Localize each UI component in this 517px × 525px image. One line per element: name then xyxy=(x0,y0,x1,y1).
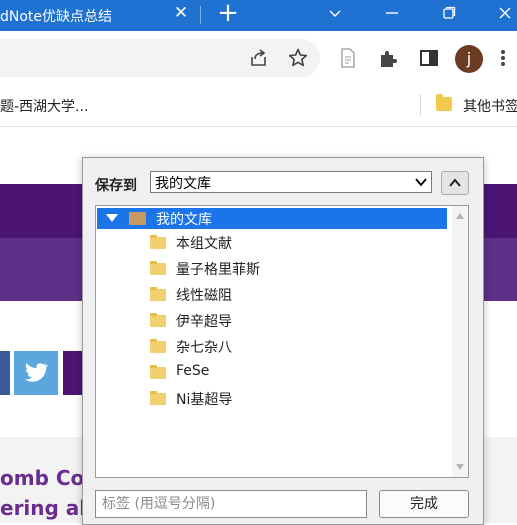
tree-item-label: 本组文献 xyxy=(176,236,232,252)
tab-strip: dNote优缺点总结 ✕ + xyxy=(0,0,517,31)
tree-item[interactable]: FeSe xyxy=(96,361,446,385)
bookmarks-separator xyxy=(420,94,421,116)
folder-icon xyxy=(436,94,452,111)
tab-search-icon[interactable] xyxy=(323,2,347,24)
twitter-share-button[interactable] xyxy=(14,351,58,395)
expand-arrow-icon[interactable] xyxy=(106,213,118,223)
more-share-button[interactable] xyxy=(63,351,83,395)
scroll-up-icon[interactable] xyxy=(456,213,464,219)
avatar-initial: j xyxy=(466,49,472,68)
star-icon[interactable] xyxy=(287,47,309,69)
new-tab-icon[interactable]: + xyxy=(216,0,240,26)
collection-tree: 我的文库 本组文献 量子格里菲斯 线性磁阻 伊辛超导 杂七杂八 FeSe Ni基… xyxy=(95,205,469,478)
tree-item[interactable]: 量子格里菲斯 xyxy=(96,257,446,281)
document-icon[interactable] xyxy=(337,47,359,69)
tree-item[interactable]: Ni基超导 xyxy=(96,387,446,411)
tree-item-label: 伊辛超导 xyxy=(176,314,232,330)
facebook-share-button[interactable] xyxy=(0,351,10,395)
browser-toolbar: j xyxy=(0,31,517,86)
minimize-icon[interactable] xyxy=(380,2,404,24)
library-folder-icon xyxy=(129,212,146,225)
tree-item[interactable]: 本组文献 xyxy=(96,231,446,255)
browser-tab[interactable]: dNote优缺点总结 ✕ xyxy=(0,0,199,31)
tree-root-label: 我的文库 xyxy=(156,212,212,228)
extensions-icon[interactable] xyxy=(377,47,399,69)
folder-icon xyxy=(150,313,166,327)
bookmark-item[interactable]: 题-西湖大学... xyxy=(0,96,88,116)
more-menu-icon[interactable] xyxy=(492,47,514,69)
folder-icon xyxy=(150,391,166,405)
tree-item-label: Ni基超导 xyxy=(176,392,233,408)
tree-item-label: 线性磁阻 xyxy=(176,288,232,304)
tree-item[interactable]: 杂七杂八 xyxy=(96,335,446,359)
tree-item[interactable]: 线性磁阻 xyxy=(96,283,446,307)
share-icon[interactable] xyxy=(248,47,270,69)
close-window-icon[interactable] xyxy=(493,2,517,24)
avatar[interactable]: j xyxy=(455,45,483,73)
collapse-button[interactable] xyxy=(441,171,469,195)
done-button[interactable]: 完成 xyxy=(379,490,469,518)
tree-item-label: 量子格里菲斯 xyxy=(176,262,260,278)
close-tab-icon[interactable]: ✕ xyxy=(172,4,190,22)
scroll-down-icon[interactable] xyxy=(456,464,464,470)
chevron-up-icon xyxy=(449,178,461,187)
tab-separator xyxy=(200,6,201,24)
save-to-value: 我的文库 xyxy=(155,176,211,192)
tab-title: dNote优缺点总结 xyxy=(0,9,113,25)
tree-item-label: FeSe xyxy=(176,363,210,379)
address-bar[interactable] xyxy=(0,39,320,77)
folder-icon xyxy=(150,235,166,249)
folder-icon xyxy=(150,339,166,353)
save-to-select[interactable]: 我的文库 xyxy=(150,171,432,193)
folder-icon xyxy=(150,365,166,379)
tree-item[interactable]: 伊辛超导 xyxy=(96,309,446,333)
folder-icon xyxy=(150,261,166,275)
twitter-icon xyxy=(24,363,48,382)
folder-icon xyxy=(150,287,166,301)
restore-icon[interactable] xyxy=(437,2,461,24)
save-to-dialog: 保存到 我的文库 我的文库 本组文献 量子格里菲斯 线性磁阻 伊辛超导 杂七杂八… xyxy=(82,157,484,525)
side-panel-icon[interactable] xyxy=(418,47,440,69)
other-bookmarks[interactable]: 其他书签 xyxy=(463,96,517,116)
tags-input[interactable] xyxy=(95,490,367,518)
tree-scrollbar[interactable] xyxy=(452,206,468,477)
chevron-down-icon xyxy=(415,178,427,187)
save-to-label: 保存到 xyxy=(95,178,137,194)
tree-root-item[interactable]: 我的文库 xyxy=(97,208,447,229)
tree-item-label: 杂七杂八 xyxy=(176,340,232,356)
bookmarks-bar: 题-西湖大学... 其他书签 xyxy=(0,86,517,127)
